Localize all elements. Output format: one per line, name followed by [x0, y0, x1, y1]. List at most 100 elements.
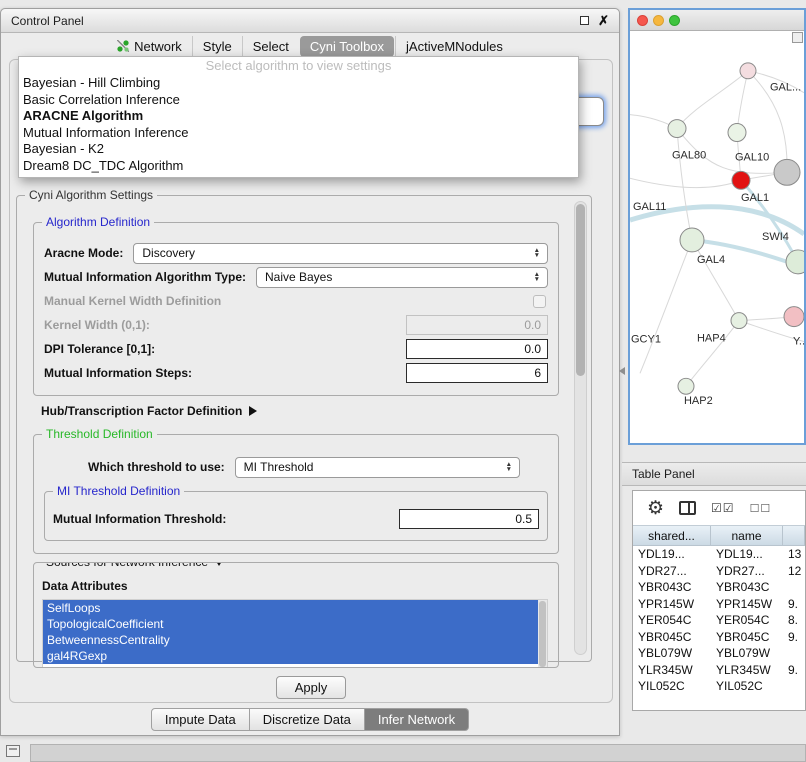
- network-canvas[interactable]: GAL...GAL80GAL10GAL11GAL1SWI4GAL4GCY1HAP…: [630, 31, 804, 443]
- close-traffic-light-icon[interactable]: [637, 15, 648, 26]
- mi-type-value: Naive Bayes: [265, 270, 332, 284]
- columns-icon[interactable]: [679, 501, 696, 515]
- table-row[interactable]: YIL052CYIL052C: [633, 678, 805, 695]
- popup-item-basic-correlation-inference[interactable]: Basic Correlation Inference: [19, 92, 578, 109]
- popup-item-aracne-algorithm[interactable]: ARACNE Algorithm: [19, 108, 578, 125]
- dpi-tolerance-row: DPI Tolerance [0,1]: 0.0: [44, 337, 548, 361]
- settings-scrollbar[interactable]: [574, 201, 587, 655]
- sources-group-legend[interactable]: Sources for Network Inference: [42, 562, 228, 569]
- algorithm-definition-legend: Algorithm Definition: [42, 215, 154, 229]
- sources-label: Sources for Network Inference: [46, 562, 208, 569]
- table-toolbar: [633, 491, 805, 525]
- network-node[interactable]: [784, 307, 804, 327]
- table-row[interactable]: YLR345WYLR345W9.: [633, 662, 805, 679]
- which-threshold-select[interactable]: MI Threshold: [235, 457, 520, 478]
- network-node[interactable]: [774, 159, 800, 185]
- popup-item-bayesian-k2[interactable]: Bayesian - K2: [19, 141, 578, 158]
- network-edge[interactable]: [630, 178, 741, 187]
- apply-button[interactable]: Apply: [276, 676, 347, 699]
- node-label: HAP4: [697, 333, 726, 345]
- column-header-shared[interactable]: shared...: [633, 526, 711, 545]
- network-window-titlebar[interactable]: [630, 10, 804, 31]
- mi-type-select[interactable]: Naive Bayes: [256, 267, 548, 288]
- tab-jactivemnodules[interactable]: jActiveMNodules: [395, 36, 513, 57]
- network-edge[interactable]: [686, 321, 739, 387]
- hub-definition-toggle[interactable]: Hub/Transcription Factor Definition: [41, 404, 559, 418]
- tab-style[interactable]: Style: [192, 36, 242, 57]
- table-row[interactable]: YPR145WYPR145W9.: [633, 596, 805, 613]
- table-cell: YDR27...: [633, 564, 711, 578]
- tab-network[interactable]: Network: [107, 36, 192, 57]
- column-header-extra[interactable]: [783, 526, 805, 545]
- network-node[interactable]: [786, 250, 804, 274]
- table-row[interactable]: YBL079WYBL079W: [633, 645, 805, 662]
- table-row[interactable]: YBR045CYBR045C9.: [633, 629, 805, 646]
- network-node[interactable]: [728, 124, 746, 142]
- mi-steps-field[interactable]: 6: [406, 363, 548, 383]
- select-all-checks-icon[interactable]: [711, 501, 735, 515]
- table-row[interactable]: YER054CYER054C8.: [633, 612, 805, 629]
- network-tab-icon: [117, 40, 129, 52]
- network-node[interactable]: [732, 171, 750, 189]
- attribute-betweennesscentrality[interactable]: BetweennessCentrality: [43, 632, 538, 648]
- attribute-gal4rgexp[interactable]: gal4RGexp: [43, 648, 538, 664]
- close-window-icon[interactable]: ✗: [598, 15, 609, 27]
- node-label: HAP2: [684, 395, 713, 407]
- network-node[interactable]: [740, 63, 756, 79]
- table-cell: YDL19...: [633, 547, 711, 561]
- network-node[interactable]: [678, 378, 694, 394]
- aracne-mode-select[interactable]: Discovery: [133, 243, 548, 264]
- table-cell: YLR345W: [711, 663, 783, 677]
- table-row[interactable]: YDR27...YDR27...12: [633, 563, 805, 580]
- combo-arrows-icon: [527, 272, 547, 282]
- popup-item-dream8-dc-tdc-algorithm[interactable]: Dream8 DC_TDC Algorithm: [19, 158, 578, 175]
- zoom-traffic-light-icon[interactable]: [669, 15, 680, 26]
- network-edge[interactable]: [677, 129, 692, 240]
- minimize-traffic-light-icon[interactable]: [653, 15, 664, 26]
- network-edge[interactable]: [692, 240, 739, 321]
- control-panel-titlebar[interactable]: Control Panel ✗: [1, 9, 619, 33]
- attributes-scrollbar[interactable]: [538, 600, 547, 668]
- dpi-tolerance-value: 0.0: [524, 342, 541, 356]
- table-header-row: shared...name: [633, 525, 805, 546]
- gear-icon[interactable]: [647, 499, 664, 518]
- float-window-icon[interactable]: [580, 16, 589, 25]
- popup-items: Bayesian - Hill ClimbingBasic Correlatio…: [19, 75, 578, 174]
- table-cell: YBL079W: [711, 646, 783, 660]
- network-node[interactable]: [668, 120, 686, 138]
- combo-arrows-icon: [527, 248, 547, 258]
- apply-row: Apply: [10, 676, 612, 699]
- tab-label: Style: [203, 39, 232, 54]
- algorithm-dropdown-popup: Select algorithm to view settings Bayesi…: [18, 56, 579, 178]
- aracne-mode-label: Aracne Mode:: [44, 246, 123, 260]
- tab-cyni-toolbox[interactable]: Cyni Toolbox: [300, 36, 394, 57]
- mi-threshold-field[interactable]: 0.5: [399, 509, 539, 529]
- unselect-all-boxes-icon[interactable]: [750, 502, 772, 515]
- manual-kernel-checkbox[interactable]: [533, 295, 546, 308]
- table-row[interactable]: YBR043CYBR043C: [633, 579, 805, 596]
- bottom-tab-impute-data[interactable]: Impute Data: [151, 708, 250, 731]
- bottom-tab-infer-network[interactable]: Infer Network: [365, 708, 469, 731]
- dpi-tolerance-field[interactable]: 0.0: [406, 339, 548, 359]
- network-node[interactable]: [731, 313, 747, 329]
- network-edge[interactable]: [640, 240, 692, 373]
- attribute-selfloops[interactable]: SelfLoops: [43, 600, 538, 616]
- node-label: GAL4: [697, 254, 725, 266]
- restore-window-icon[interactable]: [6, 745, 20, 757]
- mi-steps-value: 6: [534, 366, 541, 380]
- table-row[interactable]: YDL19...YDL19...13: [633, 546, 805, 563]
- settings-scrollbar-thumb[interactable]: [576, 204, 585, 376]
- column-header-name[interactable]: name: [711, 526, 783, 545]
- network-node[interactable]: [680, 228, 704, 252]
- table-cell: YER054C: [633, 613, 711, 627]
- mi-threshold-legend: MI Threshold Definition: [53, 484, 184, 498]
- splitter-handle[interactable]: [619, 367, 625, 375]
- bottom-tab-discretize-data[interactable]: Discretize Data: [250, 708, 365, 731]
- data-attributes-list[interactable]: SelfLoopsTopologicalCoefficientBetweenne…: [42, 599, 548, 668]
- network-edge[interactable]: [677, 71, 748, 129]
- tab-select[interactable]: Select: [242, 36, 299, 57]
- popup-item-bayesian-hill-climbing[interactable]: Bayesian - Hill Climbing: [19, 75, 578, 92]
- popup-item-mutual-information-inference[interactable]: Mutual Information Inference: [19, 125, 578, 142]
- table-cell: YDL19...: [711, 547, 783, 561]
- attribute-topologicalcoefficient[interactable]: TopologicalCoefficient: [43, 616, 538, 632]
